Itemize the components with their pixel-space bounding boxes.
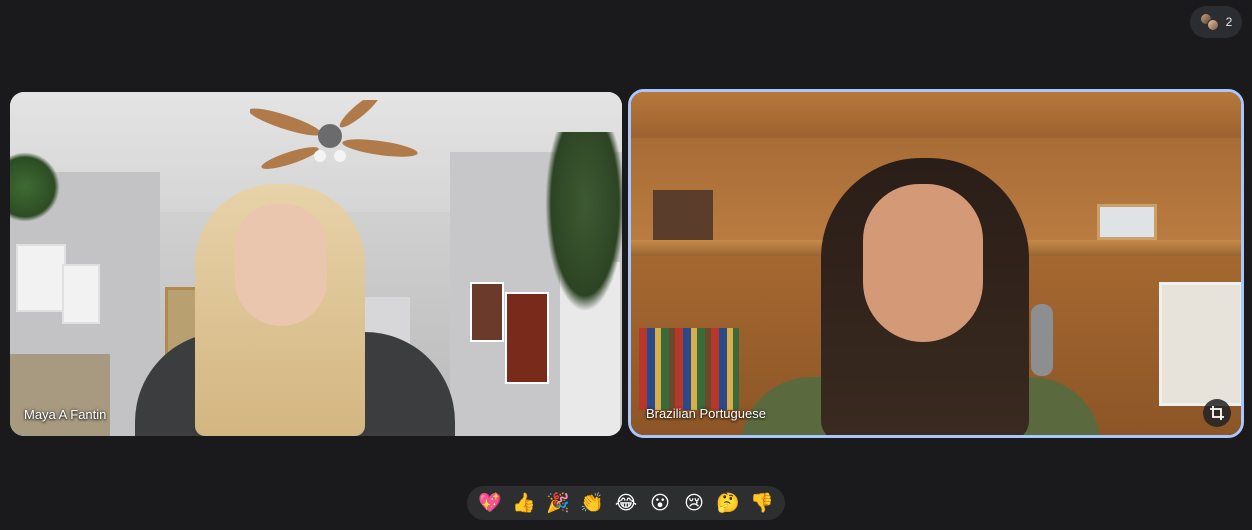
- crop-frame-icon: [1210, 406, 1224, 420]
- participant-name: Maya A Fantin: [24, 407, 107, 422]
- sparkling-heart-reaction[interactable]: 💖: [476, 489, 504, 517]
- participant-tile-brazilian-portuguese[interactable]: Brazilian Portuguese: [628, 89, 1244, 438]
- video-background: [1031, 304, 1053, 376]
- participants-avatars-icon: [1199, 12, 1220, 32]
- participant-tile-maya[interactable]: Maya A Fantin: [10, 92, 622, 436]
- video-background: [62, 264, 100, 324]
- video-background: [631, 92, 1241, 138]
- video-background: [653, 190, 713, 240]
- participant-count: 2: [1225, 15, 1233, 29]
- ceiling-fan-graphic: [250, 100, 418, 169]
- video-background: [1097, 204, 1157, 240]
- thumbs-down-reaction[interactable]: 👎: [748, 489, 776, 517]
- surprised-face-reaction[interactable]: 😮: [646, 489, 674, 517]
- video-background: [505, 292, 549, 384]
- video-background: [16, 244, 66, 312]
- video-background: [545, 132, 622, 312]
- participant-figure: [863, 184, 983, 342]
- video-background: [470, 282, 504, 342]
- thinking-face-reaction[interactable]: 🤔: [714, 489, 742, 517]
- tears-of-joy-reaction[interactable]: 😂: [612, 489, 640, 517]
- video-feed: [10, 92, 622, 436]
- party-popper-reaction[interactable]: 🎉: [544, 489, 572, 517]
- framing-button[interactable]: [1203, 399, 1231, 427]
- clapping-hands-reaction[interactable]: 👏: [578, 489, 606, 517]
- video-background: [639, 328, 739, 410]
- video-feed: [631, 92, 1241, 435]
- avatar: [1206, 19, 1219, 31]
- participant-figure: [235, 204, 327, 326]
- video-background: [10, 354, 110, 436]
- video-background: [10, 152, 60, 222]
- thumbs-up-reaction[interactable]: 👍: [510, 489, 538, 517]
- video-background: [1159, 282, 1241, 406]
- crying-face-reaction[interactable]: 😢: [680, 489, 708, 517]
- reactions-bar: 💖 👍 🎉 👏 😂 😮 😢 🤔 👎: [467, 486, 785, 520]
- meeting-stage: 2 Maya A Fantin Brazilian Portuguese 💖 👍…: [0, 0, 1252, 530]
- participant-name: Brazilian Portuguese: [646, 406, 766, 421]
- participants-button[interactable]: 2: [1190, 6, 1242, 38]
